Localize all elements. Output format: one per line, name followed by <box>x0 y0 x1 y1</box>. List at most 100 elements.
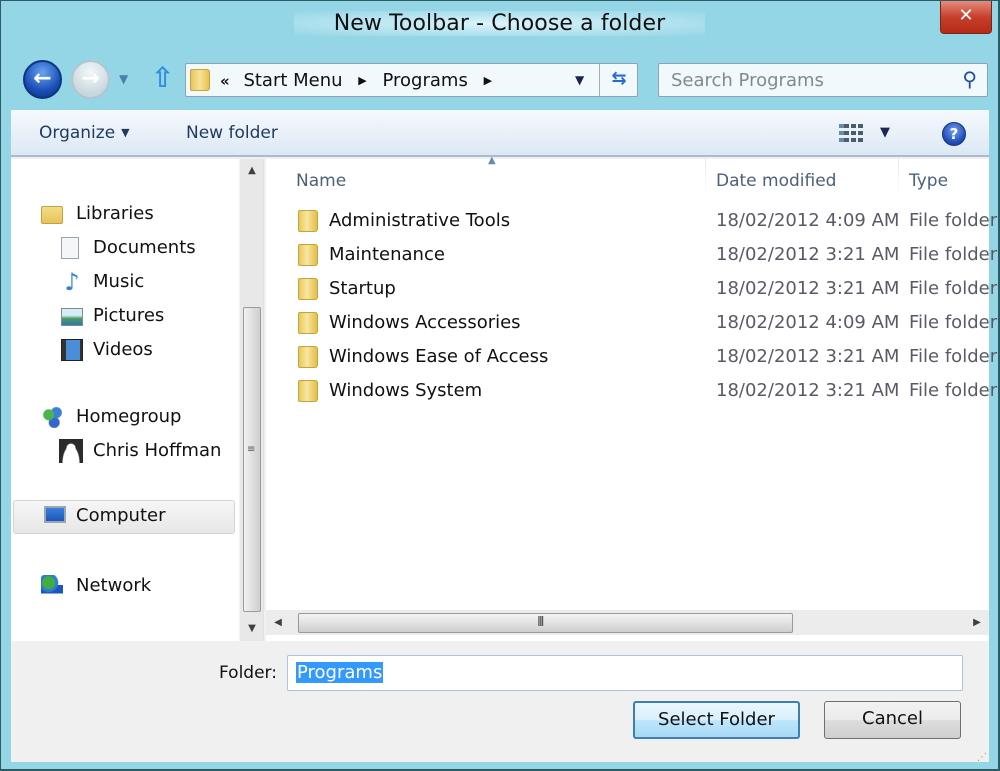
navigation-pane: Libraries Documents ♪ Music Pictures Vid… <box>11 159 263 641</box>
folder-icon <box>298 380 318 402</box>
file-date: 18/02/2012 3:21 AM <box>716 346 900 367</box>
organize-label: Organize <box>39 123 116 143</box>
window-title-text: New Toolbar - Choose a folder <box>293 11 706 36</box>
address-dropdown-button[interactable]: ▼ <box>575 73 584 87</box>
chevron-down-icon: ▼ <box>121 126 130 139</box>
dialog-window: New Toolbar - Choose a folder ✕ ← → ▼ ⇧ … <box>0 0 1000 771</box>
sidebar-item-label: Music <box>93 271 145 292</box>
file-date: 18/02/2012 3:21 AM <box>716 278 900 299</box>
close-button[interactable]: ✕ <box>940 1 992 34</box>
column-header-date-modified[interactable]: Date modified <box>716 171 836 191</box>
file-type: File folder <box>909 210 998 231</box>
arrow-down-icon: ▼ <box>248 623 256 634</box>
scroll-down-button[interactable]: ▼ <box>240 617 264 641</box>
view-options-dropdown[interactable]: ▼ <box>880 125 890 140</box>
sort-ascending-icon: ▲ <box>488 155 496 166</box>
table-row[interactable]: Maintenance 18/02/2012 3:21 AM File fold… <box>266 238 997 272</box>
sidebar-item-label: Homegroup <box>76 406 182 427</box>
arrow-left-icon: ◀ <box>274 617 282 628</box>
breadcrumb-separator-icon[interactable]: ▶ <box>484 74 492 87</box>
file-date: 18/02/2012 3:21 AM <box>716 380 900 401</box>
close-icon: ✕ <box>958 5 974 26</box>
table-row[interactable]: Windows System 18/02/2012 3:21 AM File f… <box>266 374 997 408</box>
address-bar[interactable]: « Start Menu ▶ Programs ▶ ▼ ⇆ <box>185 63 638 97</box>
select-folder-button[interactable]: Select Folder <box>633 701 800 739</box>
music-icon: ♪ <box>64 268 80 296</box>
back-arrow-icon: ← <box>33 66 52 91</box>
back-button[interactable]: ← <box>23 60 62 99</box>
file-date: 18/02/2012 4:09 AM <box>716 210 900 231</box>
folder-name-input[interactable]: Programs <box>287 655 963 691</box>
table-row[interactable]: Windows Ease of Access 18/02/2012 3:21 A… <box>266 340 997 374</box>
folder-icon <box>298 244 318 266</box>
sidebar-item-label: Chris Hoffman <box>93 440 222 461</box>
search-box[interactable]: ⚲ <box>658 63 988 97</box>
scroll-left-button[interactable]: ◀ <box>266 610 290 635</box>
sidebar-item-label: Documents <box>93 237 196 258</box>
file-date: 18/02/2012 3:21 AM <box>716 244 900 265</box>
table-row[interactable]: Windows Accessories 18/02/2012 4:09 AM F… <box>266 306 997 340</box>
computer-icon <box>44 506 66 523</box>
file-type: File folder <box>909 346 998 367</box>
column-divider[interactable] <box>705 159 706 199</box>
breadcrumb-start-menu[interactable]: Start Menu <box>243 70 342 91</box>
grip-icon: ≡ <box>247 444 256 455</box>
network-icon <box>41 575 63 597</box>
new-folder-button[interactable]: New folder <box>186 123 278 143</box>
grip-icon: III <box>537 615 544 630</box>
column-header-type[interactable]: Type <box>909 171 948 191</box>
documents-icon <box>61 237 79 259</box>
divider <box>599 64 600 96</box>
folder-icon <box>298 346 318 368</box>
file-type: File folder <box>909 380 998 401</box>
file-name: Startup <box>329 278 396 299</box>
up-button[interactable]: ⇧ <box>151 62 174 94</box>
sidebar-item-label: Network <box>76 575 152 596</box>
file-date: 18/02/2012 4:09 AM <box>716 312 900 333</box>
file-type: File folder <box>909 278 998 299</box>
file-list: ▲ Name Date modified Type Administrative… <box>266 155 997 641</box>
table-row[interactable]: Startup 18/02/2012 3:21 AM File folder <box>266 272 997 306</box>
table-row[interactable]: Administrative Tools 18/02/2012 4:09 AM … <box>266 204 997 238</box>
search-input[interactable] <box>671 68 951 92</box>
refresh-icon: ⇆ <box>611 68 627 89</box>
recent-locations-dropdown[interactable]: ▼ <box>119 72 128 86</box>
breadcrumb-programs[interactable]: Programs <box>383 70 468 91</box>
details-view-icon-line <box>839 131 865 135</box>
cancel-button[interactable]: Cancel <box>824 701 961 739</box>
scrollbar-thumb[interactable]: III <box>298 613 793 633</box>
nav-pane-scrollbar[interactable]: ▲ ≡ ▼ <box>239 159 263 641</box>
file-list-horizontal-scrollbar[interactable]: ◀ III ▶ <box>266 610 989 635</box>
sidebar-item-label: Computer <box>76 505 166 526</box>
file-name: Windows Ease of Access <box>329 346 549 367</box>
homegroup-icon <box>41 406 63 428</box>
pictures-icon <box>61 308 83 326</box>
folder-label: Folder: <box>219 663 277 683</box>
libraries-icon <box>41 206 63 224</box>
breadcrumb-separator-icon[interactable]: ▶ <box>358 74 366 87</box>
column-divider[interactable] <box>898 159 899 199</box>
folder-icon <box>298 312 318 334</box>
organize-button[interactable]: Organize ▼ <box>39 123 130 143</box>
help-icon: ? <box>949 125 959 143</box>
sidebar-item-computer[interactable]: Computer <box>13 500 235 534</box>
breadcrumb: « Start Menu ▶ Programs ▶ <box>220 70 502 91</box>
help-button[interactable]: ? <box>942 122 966 146</box>
sidebar-item-label: Videos <box>93 339 153 360</box>
arrow-right-icon: ▶ <box>973 617 981 628</box>
forward-button[interactable]: → <box>71 60 110 99</box>
folder-icon <box>190 69 210 91</box>
column-header-name[interactable]: Name <box>296 171 346 191</box>
scroll-up-button[interactable]: ▲ <box>240 159 264 183</box>
folder-icon <box>298 278 318 300</box>
resize-grip-icon[interactable]: ⋰ <box>977 753 987 763</box>
refresh-button[interactable]: ⇆ <box>604 68 634 92</box>
change-view-button[interactable] <box>839 124 865 144</box>
scroll-right-button[interactable]: ▶ <box>965 610 989 635</box>
chevron-down-icon: ▼ <box>880 125 890 140</box>
scrollbar-thumb[interactable]: ≡ <box>243 307 261 612</box>
overflow-chevron-icon[interactable]: « <box>220 72 230 90</box>
search-icon[interactable]: ⚲ <box>962 67 977 91</box>
videos-icon <box>61 339 83 361</box>
folder-name-value: Programs <box>296 662 384 683</box>
